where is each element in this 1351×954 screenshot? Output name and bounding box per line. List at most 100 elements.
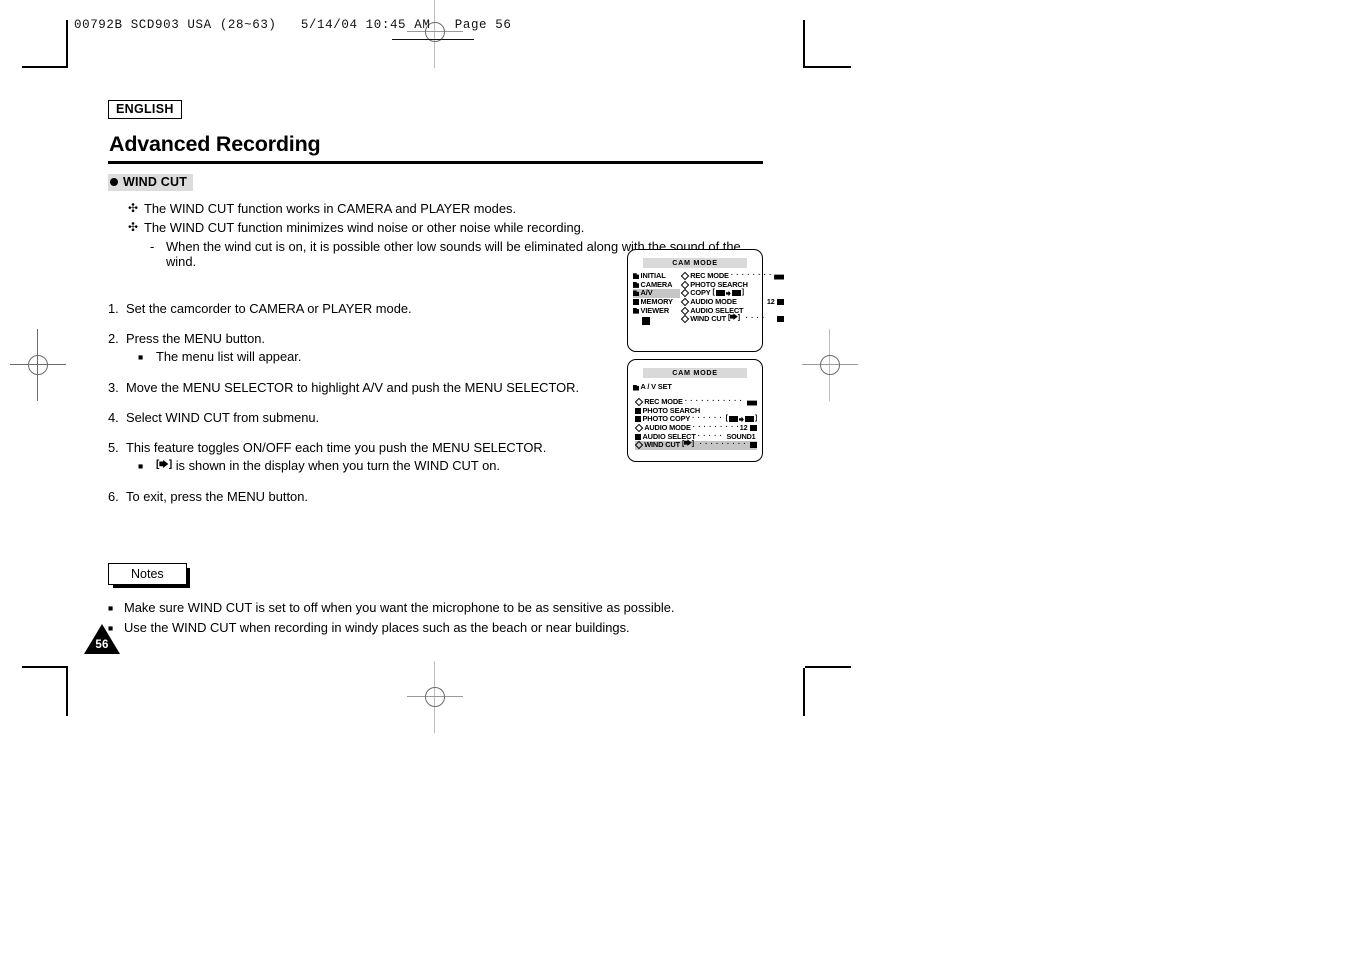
note-item: ■ Use the WIND CUT when recording in win… bbox=[108, 620, 768, 637]
square-bullet-icon: ■ bbox=[108, 603, 114, 613]
step-text: This feature toggles ON/OFF each time yo… bbox=[126, 440, 547, 455]
folder-icon bbox=[633, 273, 639, 280]
arrow-right-icon bbox=[738, 416, 744, 423]
square-icon bbox=[633, 299, 639, 306]
lcd-option-list: REC MODE · · · · · · · · PHOTO SEARCH CO… bbox=[680, 271, 785, 325]
folder-icon bbox=[633, 290, 639, 297]
lcd-option-list: REC MODE · · · · · · · · · · · · PHOTO S… bbox=[633, 397, 757, 450]
registration-circle bbox=[28, 355, 48, 375]
crop-mark-bottom-right-horizontal bbox=[805, 666, 851, 668]
registration-mark-top-center bbox=[407, 0, 463, 68]
cassette-icon bbox=[731, 290, 741, 297]
lcd-option-value bbox=[774, 273, 785, 280]
step-sub-text: is shown in the display when you turn th… bbox=[175, 458, 501, 473]
page-title: Advanced Recording bbox=[109, 132, 321, 156]
diamond-outline-icon bbox=[634, 398, 643, 407]
intro-bullet: ✣ The WIND CUT function minimizes wind n… bbox=[128, 220, 768, 235]
folder-icon bbox=[633, 281, 639, 288]
lcd-category-label: MEMORY bbox=[640, 296, 673, 306]
step-number: 2. bbox=[108, 331, 119, 346]
intro-bullet: ✣ The WIND CUT function works in CAMERA … bbox=[128, 201, 768, 216]
registration-mark-right bbox=[802, 329, 858, 401]
crop-mark-bottom-left-horizontal bbox=[22, 666, 68, 668]
lcd-menu-screen-main: CAM MODE INITIAL CAMERA A/V MEMORY VIEWE… bbox=[627, 249, 785, 352]
wind-cut-icon: [] bbox=[156, 459, 172, 470]
lcd-option-value: 12 bbox=[766, 296, 785, 306]
square-bullet-icon: ■ bbox=[138, 352, 144, 362]
step-text: Set the camcorder to CAMERA or PLAYER mo… bbox=[126, 301, 412, 316]
card-icon bbox=[750, 425, 757, 432]
card-icon bbox=[777, 299, 785, 306]
lcd-option-value-text: 12 bbox=[766, 296, 775, 306]
lcd-category-label: VIEWER bbox=[640, 305, 670, 315]
page-number-badge: 56 bbox=[84, 624, 120, 654]
cassette-icon bbox=[715, 290, 725, 297]
lcd-submenu-heading: A / V SET bbox=[633, 383, 757, 392]
crop-mark-bottom-right-vertical bbox=[803, 668, 805, 716]
lcd-submenu-heading-label: A / V SET bbox=[640, 382, 672, 392]
diamond-icon bbox=[680, 315, 689, 324]
lcd-option-value: SOUND1 bbox=[726, 431, 757, 441]
folder-icon bbox=[633, 384, 639, 391]
step-number: 4. bbox=[108, 410, 119, 425]
dash-bullet-icon: - bbox=[150, 239, 155, 254]
clover-bullet-icon: ✣ bbox=[128, 220, 139, 234]
lcd-category-viewer[interactable]: VIEWER bbox=[633, 306, 680, 315]
title-underline bbox=[108, 161, 763, 164]
step-text: Select WIND CUT from submenu. bbox=[126, 410, 320, 425]
lcd-option-label: WIND CUT bbox=[644, 440, 680, 450]
intro-bullet-text: The WIND CUT function minimizes wind noi… bbox=[144, 220, 585, 235]
lcd-title: CAM MODE bbox=[643, 258, 747, 268]
crop-mark-top-right-horizontal bbox=[805, 66, 851, 68]
lcd-option-wind-cut[interactable]: WIND CUT [] · · · · · · · · · bbox=[634, 439, 757, 450]
step-number: 3. bbox=[108, 380, 119, 395]
notes-block: Notes ■ Make sure WIND CUT is set to off… bbox=[108, 563, 768, 637]
step-text: Press the MENU button. bbox=[126, 331, 265, 346]
lcd-option-value bbox=[750, 442, 757, 449]
lcd-option-value bbox=[777, 316, 785, 323]
note-text: Make sure WIND CUT is set to off when yo… bbox=[124, 600, 675, 615]
bullet-dot-icon bbox=[110, 178, 118, 186]
notes-badge: Notes bbox=[108, 563, 190, 588]
step-sub-text: The menu list will appear. bbox=[156, 349, 302, 364]
card-icon bbox=[777, 316, 785, 323]
lcd-option-value-text: SOUND1 bbox=[726, 431, 756, 441]
step-number: 1. bbox=[108, 301, 119, 316]
crop-mark-bottom-left-vertical bbox=[66, 668, 68, 716]
section-heading: WIND CUT bbox=[108, 174, 194, 191]
wind-cut-icon: [] bbox=[681, 439, 694, 448]
lcd-option-value bbox=[747, 399, 757, 406]
wind-mic-icon bbox=[729, 313, 738, 320]
crop-mark-top-left-horizontal bbox=[22, 66, 68, 68]
lcd-option-wind-cut[interactable]: WIND CUT [] · · · · bbox=[680, 313, 785, 324]
diamond-icon bbox=[680, 297, 689, 307]
leader-dots: · · · · · · · · · bbox=[692, 424, 738, 432]
square-bullet-icon: ■ bbox=[138, 461, 144, 471]
lcd-body: INITIAL CAMERA A/V MEMORY VIEWER REC MOD… bbox=[633, 271, 785, 325]
manual-page: 00792B SCD903 USA (28~63) 5/14/04 10:45 … bbox=[0, 0, 1351, 954]
lcd-option-label: WIND CUT bbox=[690, 314, 726, 324]
lcd-option-value-text: 12 bbox=[739, 422, 748, 432]
lcd-category-list: INITIAL CAMERA A/V MEMORY VIEWER bbox=[633, 271, 680, 325]
lcd-cursor-block-icon bbox=[642, 316, 650, 325]
card-icon bbox=[750, 442, 757, 449]
folder-icon bbox=[635, 416, 641, 423]
bracket-close: ] bbox=[741, 289, 744, 297]
lcd-option-label: AUDIO MODE bbox=[690, 296, 737, 306]
registration-mark-bottom-center bbox=[407, 661, 463, 733]
lcd-option-value: 12 bbox=[739, 422, 757, 432]
cassette-icon bbox=[744, 416, 754, 423]
folder-icon bbox=[633, 307, 639, 314]
cassette-icon bbox=[728, 416, 738, 423]
leader-dots: · · · · · · · · · bbox=[699, 441, 747, 449]
step-item: 6. To exit, press the MENU button. bbox=[108, 489, 768, 505]
language-badge: ENGLISH bbox=[108, 100, 182, 119]
page-number-label: 56 bbox=[95, 639, 109, 651]
print-slug-line: 00792B SCD903 USA (28~63) 5/14/04 10:45 … bbox=[74, 18, 512, 32]
step-number: 6. bbox=[108, 489, 119, 504]
leader-dots: · · · · bbox=[745, 315, 765, 323]
folder-icon bbox=[635, 407, 641, 414]
arrow-right-icon bbox=[725, 290, 731, 297]
registration-circle bbox=[820, 355, 840, 375]
